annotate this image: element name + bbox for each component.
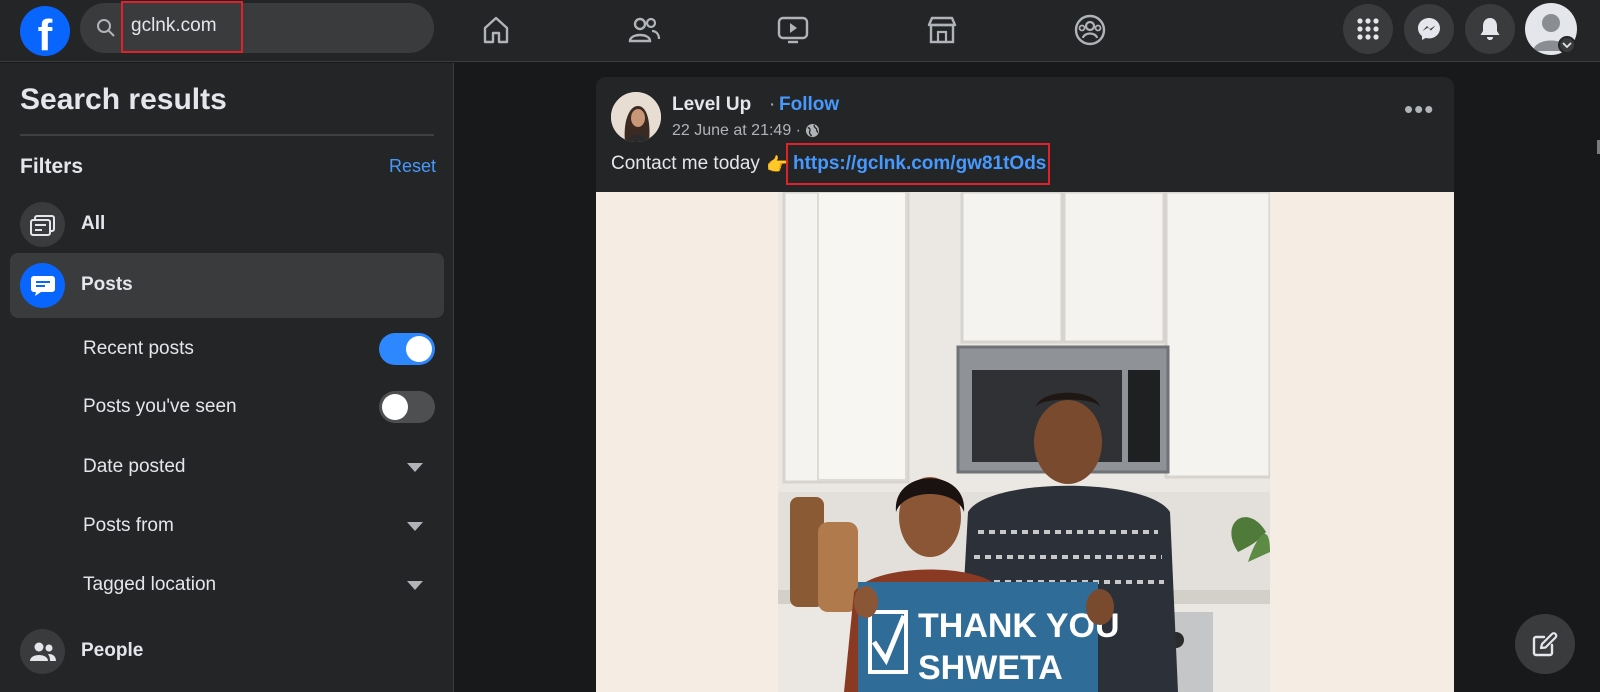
post-photo[interactable]: THANK YOU SHWETA bbox=[596, 192, 1454, 692]
toggle-knob bbox=[406, 336, 432, 362]
friends-icon[interactable] bbox=[624, 10, 664, 50]
search-sidebar: Search results Filters Reset All Posts R… bbox=[0, 63, 454, 692]
sidebar-item-label: Posts bbox=[81, 274, 133, 295]
page-title: Search results bbox=[20, 83, 227, 116]
watch-icon[interactable] bbox=[773, 10, 813, 50]
posts-from-dropdown[interactable]: Posts from bbox=[83, 508, 435, 544]
photo-scene: THANK YOU SHWETA bbox=[778, 192, 1270, 692]
search-highlight-box bbox=[121, 1, 243, 53]
compose-icon bbox=[1532, 632, 1558, 657]
marketplace-icon[interactable] bbox=[922, 10, 962, 50]
filter-label: Posts from bbox=[83, 515, 174, 536]
tagged-location-dropdown[interactable]: Tagged location bbox=[83, 567, 435, 603]
home-icon[interactable] bbox=[476, 10, 516, 50]
new-message-button[interactable] bbox=[1515, 614, 1575, 674]
posts-seen-toggle[interactable] bbox=[379, 391, 435, 423]
sidebar-item-label: All bbox=[81, 213, 106, 234]
filter-label: Date posted bbox=[83, 456, 186, 477]
messenger-icon[interactable] bbox=[1404, 4, 1454, 54]
sidebar-item-people[interactable]: People bbox=[10, 619, 444, 684]
filter-label: Tagged location bbox=[83, 574, 217, 595]
people-icon bbox=[20, 629, 65, 674]
sidebar-item-posts[interactable]: Posts bbox=[10, 253, 444, 318]
filters-heading: Filters bbox=[20, 155, 84, 178]
separator-dot: · bbox=[769, 94, 776, 115]
caret-down-icon bbox=[407, 522, 423, 531]
post-card: Level Up · Follow 22 June at 21:49 · •••… bbox=[596, 77, 1454, 692]
scrollbar-track[interactable] bbox=[1588, 63, 1600, 692]
sidebar-item-all[interactable]: All bbox=[10, 192, 444, 257]
date-posted-dropdown[interactable]: Date posted bbox=[83, 449, 435, 485]
filter-label: Posts you've seen bbox=[83, 396, 237, 417]
globe-icon bbox=[805, 123, 820, 138]
reset-link[interactable]: Reset bbox=[389, 156, 436, 177]
link-highlight-box bbox=[786, 143, 1050, 185]
author-avatar[interactable] bbox=[611, 92, 661, 142]
divider bbox=[20, 134, 434, 136]
post-timestamp[interactable]: 22 June at 21:49 · bbox=[672, 122, 801, 140]
follow-button[interactable]: Follow bbox=[779, 94, 839, 116]
recent-posts-filter: Recent posts bbox=[83, 331, 435, 367]
caret-down-icon bbox=[407, 463, 423, 472]
recent-posts-toggle[interactable] bbox=[379, 333, 435, 365]
groups-icon[interactable] bbox=[1070, 10, 1110, 50]
post-text: Contact me today bbox=[611, 153, 760, 174]
menu-grid-icon[interactable] bbox=[1343, 4, 1393, 54]
caret-down-icon bbox=[407, 581, 423, 590]
filter-label: Recent posts bbox=[83, 338, 194, 359]
account-chevron-down-icon[interactable] bbox=[1558, 36, 1576, 54]
all-results-icon bbox=[20, 202, 65, 247]
post-author[interactable]: Level Up bbox=[672, 94, 751, 116]
sign-line-2: SHWETA bbox=[918, 649, 1063, 687]
top-bar: f bbox=[0, 0, 1600, 62]
facebook-logo-icon[interactable]: f bbox=[20, 6, 70, 56]
notifications-icon[interactable] bbox=[1465, 4, 1515, 54]
photo-illustration: THANK YOU SHWETA bbox=[778, 192, 1270, 692]
sidebar-item-label: People bbox=[81, 640, 144, 661]
toggle-knob bbox=[382, 394, 408, 420]
more-options-icon[interactable]: ••• bbox=[1404, 96, 1434, 122]
posts-seen-filter: Posts you've seen bbox=[83, 389, 435, 425]
posts-icon bbox=[20, 263, 65, 308]
search-icon bbox=[97, 19, 115, 37]
